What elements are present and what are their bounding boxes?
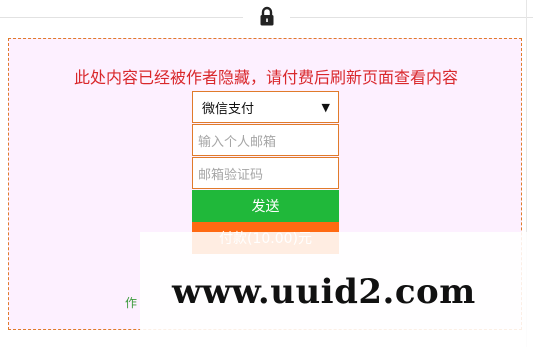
email-placeholder: 输入个人邮箱 [198, 134, 277, 150]
payment-form: 微信支付 ▼ 输入个人邮箱 邮箱验证码 发送 付款(10.00)元 [192, 91, 339, 254]
payment-method-select[interactable]: 微信支付 ▼ [192, 91, 339, 123]
code-placeholder: 邮箱验证码 [198, 167, 264, 183]
verification-code-input[interactable]: 邮箱验证码 [192, 157, 339, 189]
author-note: 作 [125, 296, 138, 310]
lock-icon [260, 6, 274, 30]
payment-method-value: 微信支付 [202, 101, 255, 117]
email-input[interactable]: 输入个人邮箱 [192, 124, 339, 156]
send-code-button[interactable]: 发送 [192, 190, 339, 222]
watermark-text: www.uuid2.com [172, 272, 476, 312]
lock-badge [243, 4, 290, 32]
caret-down-icon: ▼ [321, 100, 330, 114]
hidden-content-notice: 此处内容已经被作者隐藏，请付费后刷新页面查看内容 [73, 68, 458, 87]
send-label: 发送 [251, 199, 280, 215]
